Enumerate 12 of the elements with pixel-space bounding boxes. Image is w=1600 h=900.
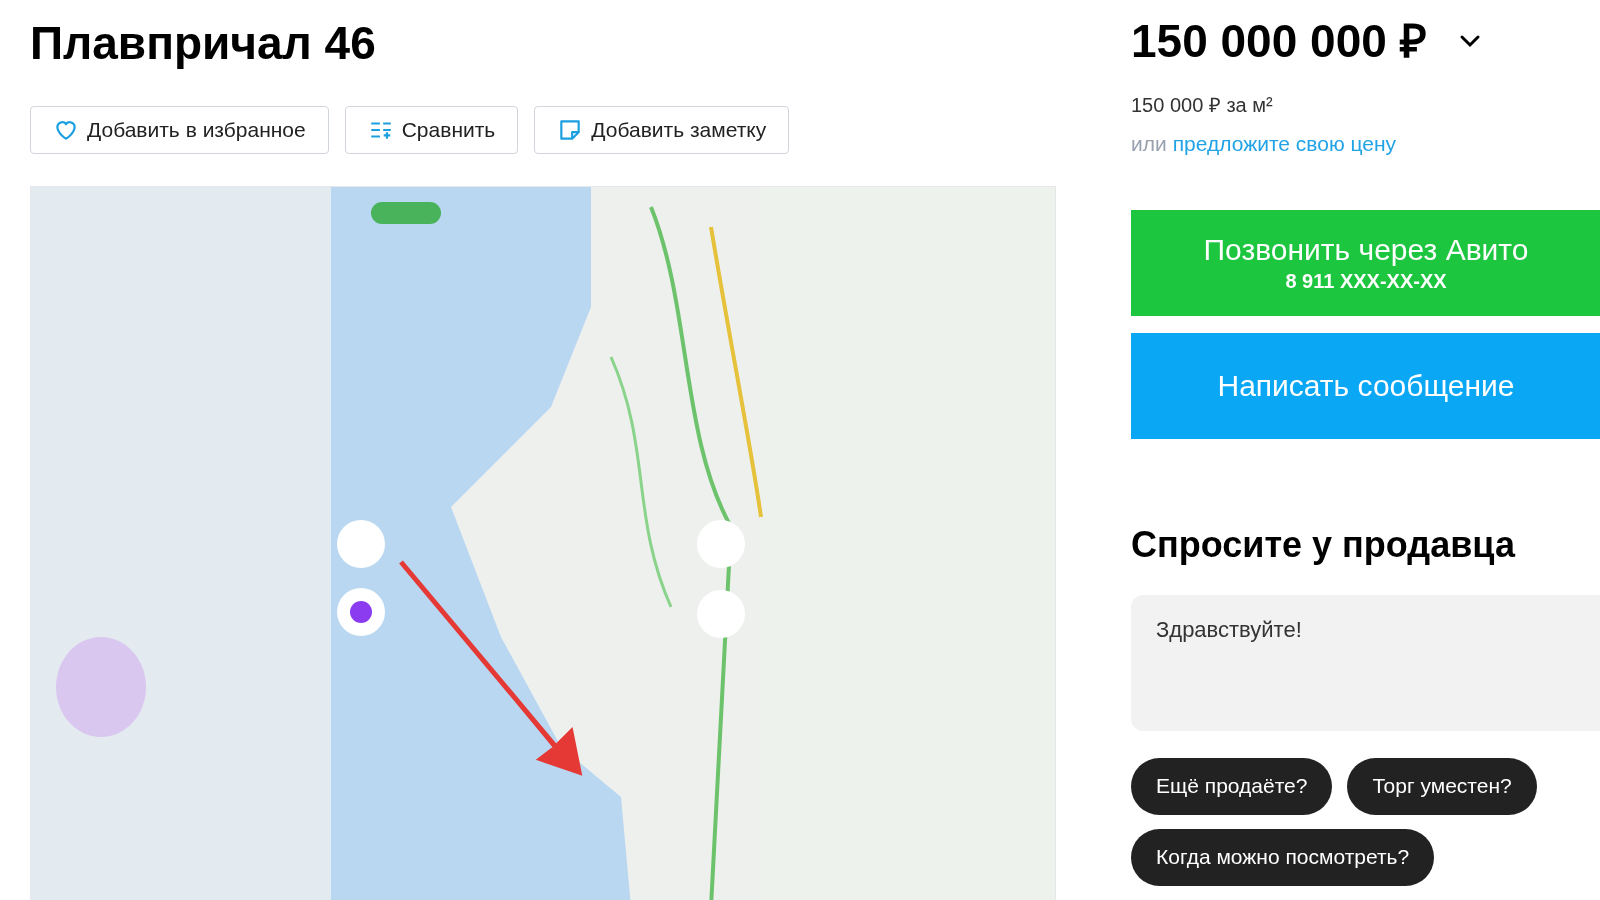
price-per-square-meter: 150 000 ₽ за м² — [1131, 93, 1274, 118]
quick-reply-chip[interactable]: Ещё продаёте? — [1131, 757, 1333, 815]
quick-reply-chip[interactable]: Торг уместен? — [1347, 757, 1537, 815]
price: 150 000 000 ₽ — [1131, 18, 1427, 64]
compare-button[interactable]: Сравнить — [344, 106, 519, 154]
offer-prefix: или — [1131, 131, 1167, 157]
message-field[interactable]: Здравствуйте! — [1131, 594, 1600, 731]
chevron-down-icon[interactable] — [1458, 34, 1481, 48]
section-heading: Спросите у продавца — [1131, 526, 1517, 563]
note-button[interactable]: Добавить заметку — [534, 106, 790, 154]
quick-reply-chip[interactable]: Когда можно посмотреть? — [1131, 828, 1435, 886]
favorite-button[interactable]: Добавить в избранное — [30, 106, 329, 154]
